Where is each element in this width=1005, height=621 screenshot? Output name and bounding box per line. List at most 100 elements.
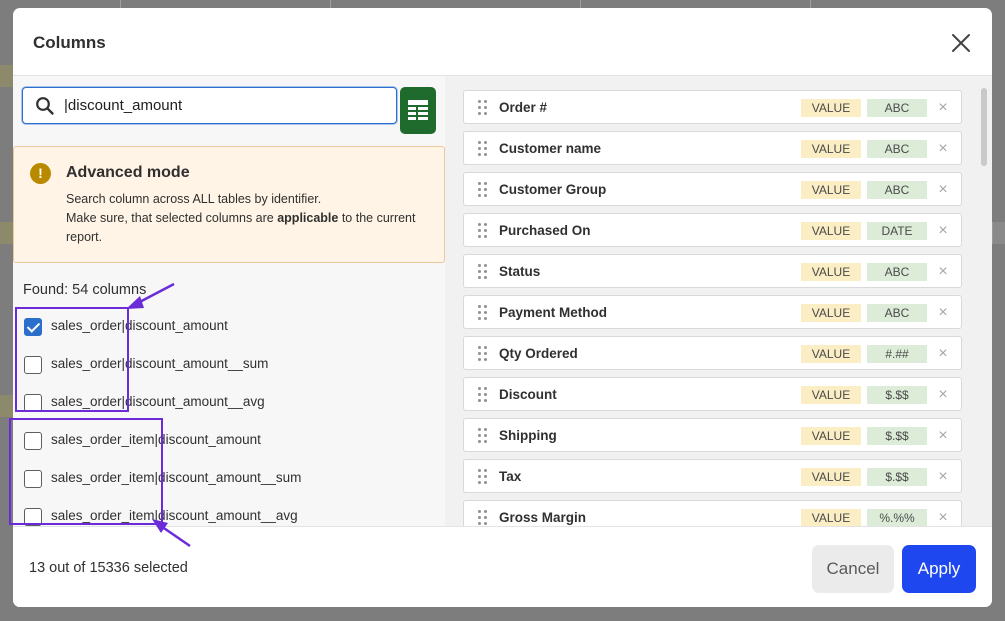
column-type-badge: $.$$	[867, 386, 927, 404]
warning-icon: !	[30, 163, 51, 184]
drag-handle-icon[interactable]	[478, 428, 488, 444]
backdrop-cell	[0, 65, 14, 87]
remove-column-icon[interactable]: ×	[936, 509, 950, 526]
search-icon	[36, 97, 54, 115]
column-type-badge: #.##	[867, 345, 927, 363]
close-button[interactable]	[948, 30, 974, 56]
column-name: Tax	[499, 469, 522, 484]
drag-handle-icon[interactable]	[478, 387, 488, 403]
column-row[interactable]: Discount VALUE $.$$ ×	[463, 377, 962, 411]
banner-text: Search column across ALL tables by ident…	[66, 190, 436, 247]
drag-handle-icon[interactable]	[478, 305, 488, 321]
remove-column-icon[interactable]: ×	[936, 345, 950, 363]
column-row[interactable]: Gross Margin VALUE%.%% ×	[463, 500, 962, 526]
drag-handle-icon[interactable]	[478, 510, 488, 526]
column-kind-badge: VALUE	[801, 304, 861, 322]
remove-column-icon[interactable]: ×	[936, 222, 950, 240]
column-row[interactable]: Tax VALUE $.$$ ×	[463, 459, 962, 493]
backdrop-cell	[0, 222, 14, 244]
column-kind-badge: VALUE	[801, 468, 861, 486]
column-name: Status	[499, 264, 541, 279]
drag-handle-icon[interactable]	[478, 469, 488, 485]
scrollbar[interactable]	[981, 88, 987, 166]
column-kind-badge: VALUE	[801, 99, 861, 117]
column-type-badge: %.%%	[867, 509, 927, 526]
annotation-box	[15, 307, 129, 412]
column-row[interactable]: Qty Ordered VALUE #.## ×	[463, 336, 962, 370]
column-kind-badge: VALUE	[801, 427, 861, 445]
column-type-badge: $.$$	[867, 468, 927, 486]
spreadsheet-icon	[408, 100, 428, 120]
backdrop-cell	[992, 222, 1005, 244]
column-row[interactable]: Order # VALUE ABC ×	[463, 90, 962, 124]
column-type-badge: ABC	[867, 263, 927, 281]
banner-title: Advanced mode	[66, 164, 190, 181]
column-name: Gross Margin	[499, 510, 587, 525]
column-name: Customer name	[499, 141, 602, 156]
remove-column-icon[interactable]: ×	[936, 386, 950, 404]
remove-column-icon[interactable]: ×	[936, 304, 950, 322]
column-kind-badge: VALUE	[801, 509, 861, 526]
column-name: Qty Ordered	[499, 346, 578, 361]
column-row[interactable]: Payment Method VALUE ABC ×	[463, 295, 962, 329]
column-name: Payment Method	[499, 305, 608, 320]
search-input-value: |discount_amount	[64, 97, 183, 114]
selected-count: 13 out of 15336 selected	[29, 560, 188, 576]
drag-handle-icon[interactable]	[478, 141, 488, 157]
selected-columns-pane: Order # VALUE ABC × Customer name VALUE ABC × Cu…	[445, 76, 992, 526]
column-name: Purchased On	[499, 223, 591, 238]
remove-column-icon[interactable]: ×	[936, 181, 950, 199]
banner-line-suffix: to the current	[338, 211, 416, 225]
column-kind-badge: VALUE	[801, 222, 861, 240]
banner-line-prefix: Make sure, that selected columns are	[66, 211, 278, 225]
column-type-badge: ABC	[867, 99, 927, 117]
column-row[interactable]: Status VALUE ABC ×	[463, 254, 962, 288]
column-row[interactable]: Shipping VALUE $.$$ ×	[463, 418, 962, 452]
backdrop-divider	[120, 0, 121, 8]
banner-line: Make sure, that selected columns are app…	[66, 209, 436, 228]
column-name: Customer Group	[499, 182, 607, 197]
column-kind-badge: VALUE	[801, 263, 861, 281]
column-name: Order #	[499, 100, 548, 115]
modal-title: Columns	[33, 33, 106, 52]
annotation-arrow	[126, 282, 175, 309]
drag-handle-icon[interactable]	[478, 264, 488, 280]
drag-handle-icon[interactable]	[478, 182, 488, 198]
column-kind-badge: VALUE	[801, 345, 861, 363]
backdrop-divider	[330, 0, 331, 8]
backdrop-divider	[810, 0, 811, 8]
spreadsheet-button[interactable]	[400, 87, 436, 134]
cancel-button[interactable]: Cancel	[812, 545, 894, 593]
column-type-badge: DATE	[867, 222, 927, 240]
column-row[interactable]: Customer name VALUE ABC ×	[463, 131, 962, 165]
close-icon	[952, 34, 970, 52]
banner-line: Search column across ALL tables by ident…	[66, 192, 322, 206]
backdrop-cell	[0, 395, 14, 417]
column-search-input[interactable]: |discount_amount	[22, 87, 397, 124]
column-name: Shipping	[499, 428, 557, 443]
drag-handle-icon[interactable]	[478, 223, 488, 239]
column-row[interactable]: Customer Group VALUE ABC ×	[463, 172, 962, 206]
column-kind-badge: VALUE	[801, 181, 861, 199]
column-kind-badge: VALUE	[801, 386, 861, 404]
remove-column-icon[interactable]: ×	[936, 427, 950, 445]
drag-handle-icon[interactable]	[478, 346, 488, 362]
backdrop-divider	[580, 0, 581, 8]
modal-header: Columns	[13, 8, 992, 76]
apply-button[interactable]: Apply	[902, 545, 976, 593]
column-type-badge: ABC	[867, 140, 927, 158]
annotation-box	[9, 418, 163, 525]
banner-line: report.	[66, 230, 103, 244]
banner-emphasis: applicable	[277, 211, 339, 225]
remove-column-icon[interactable]: ×	[936, 263, 950, 281]
remove-column-icon[interactable]: ×	[936, 468, 950, 486]
remove-column-icon[interactable]: ×	[936, 140, 950, 158]
column-type-badge: $.$$	[867, 427, 927, 445]
column-type-badge: ABC	[867, 304, 927, 322]
column-name: Discount	[499, 387, 557, 402]
annotation-arrow	[152, 519, 191, 548]
column-type-badge: ABC	[867, 181, 927, 199]
column-row[interactable]: Purchased On VALUE DATE ×	[463, 213, 962, 247]
drag-handle-icon[interactable]	[478, 100, 488, 116]
remove-column-icon[interactable]: ×	[936, 99, 950, 117]
